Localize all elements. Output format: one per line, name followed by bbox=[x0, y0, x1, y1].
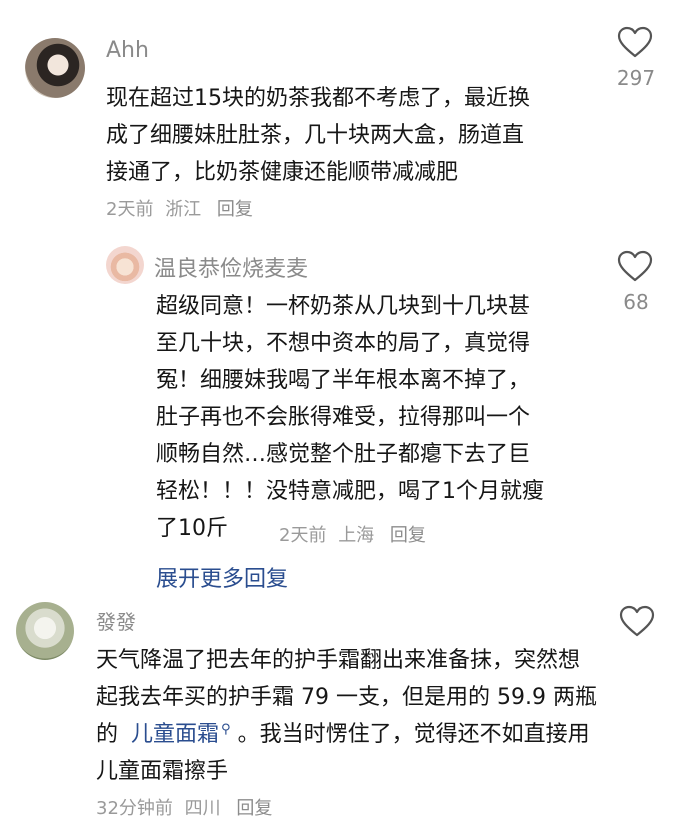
comment-text-line: 了10斤 bbox=[156, 516, 228, 541]
comment-text-line: 超级同意！一杯奶茶从几块到十几块甚 bbox=[156, 294, 531, 319]
username[interactable]: 發發 bbox=[96, 606, 136, 635]
comment-text-line: 天气降温了把去年的护手霜翻出来准备抹，突然想 bbox=[96, 648, 581, 673]
comment-time: 32分钟前 bbox=[96, 798, 173, 819]
comment-text-line: 顺畅自然…感觉整个肚子都瘪下去了巨 bbox=[156, 442, 531, 467]
search-icon[interactable]: ⚲ bbox=[221, 722, 231, 737]
username[interactable]: 温良恭俭烧麦麦 bbox=[154, 251, 308, 283]
reply-button[interactable]: 回复 bbox=[390, 525, 426, 546]
search-keyword-link[interactable]: 儿童面霜 bbox=[131, 722, 219, 747]
text-segment: 的 bbox=[96, 722, 119, 747]
comment-text-line: 成了细腰妹肚肚茶，几十块两大盒，肠道直 bbox=[106, 123, 525, 148]
comment-text-line: 儿童面霜擦手 bbox=[96, 759, 229, 784]
avatar[interactable] bbox=[16, 602, 74, 660]
text-segment: 。我当时愣住了，觉得还不如直接用 bbox=[237, 722, 590, 747]
comment-meta: 2天前 浙江 回复 bbox=[106, 195, 253, 221]
comment-text-line: 至几十块，不想中资本的局了，真觉得 bbox=[156, 331, 531, 356]
expand-more-replies-button[interactable]: 展开更多回复 bbox=[156, 561, 288, 593]
comment-text-line: 的 儿童面霜 ⚲ 。我当时愣住了，觉得还不如直接用 bbox=[96, 716, 590, 748]
comment-text-line: 冤！细腰妹我喝了半年根本离不掉了， bbox=[156, 368, 531, 393]
comment-text-line: 肚子再也不会胀得难受，拉得那叫一个 bbox=[156, 405, 531, 430]
comment-text-line: 现在超过15块的奶茶我都不考虑了，最近换 bbox=[106, 86, 530, 111]
comment-location: 四川 bbox=[184, 798, 221, 819]
reply-button[interactable]: 回复 bbox=[217, 199, 253, 220]
comment-time: 2天前 bbox=[279, 525, 327, 546]
avatar[interactable] bbox=[106, 246, 144, 284]
comment-text-line: 轻松！！！没特意减肥，喝了1个月就瘦 bbox=[156, 479, 544, 504]
avatar[interactable] bbox=[25, 38, 85, 98]
heart-outline-icon[interactable] bbox=[619, 605, 655, 637]
like-count: 297 bbox=[616, 66, 656, 90]
reply-button[interactable]: 回复 bbox=[236, 798, 272, 819]
like-count: 68 bbox=[623, 290, 649, 314]
comment-meta: 2天前 上海 回复 bbox=[279, 521, 426, 547]
comment-location: 上海 bbox=[338, 525, 375, 546]
heart-outline-icon[interactable] bbox=[617, 26, 653, 58]
comment-text-line: 起我去年买的护手霜 79 一支，但是用的 59.9 两瓶 bbox=[96, 685, 597, 710]
comment-meta: 32分钟前 四川 回复 bbox=[96, 794, 272, 820]
heart-outline-icon[interactable] bbox=[617, 250, 653, 282]
comment-location: 浙江 bbox=[165, 199, 202, 220]
comment-time: 2天前 bbox=[106, 199, 154, 220]
comment-text-line: 接通了，比奶茶健康还能顺带减减肥 bbox=[106, 160, 459, 185]
username[interactable]: Ahh bbox=[106, 38, 149, 63]
